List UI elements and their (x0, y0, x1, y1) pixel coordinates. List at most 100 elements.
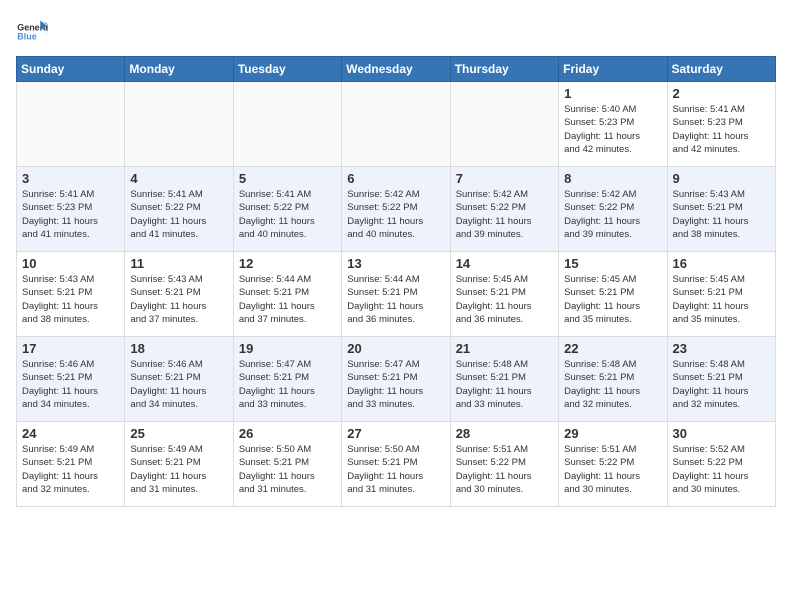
calendar-cell: 19 Sunrise: 5:47 AM Sunset: 5:21 PM Dayli… (233, 337, 341, 422)
calendar-cell: 13Sunrise: 5:44 AM Sunset: 5:21 PM Dayli… (342, 252, 450, 337)
day-number: 23 (673, 341, 770, 356)
calendar-cell (125, 82, 233, 167)
day-number: 6 (347, 171, 444, 186)
calendar-cell: 5 Sunrise: 5:41 AM Sunset: 5:22 PM Daylig… (233, 167, 341, 252)
day-number: 16 (673, 256, 770, 271)
calendar-cell: 4Sunrise: 5:41 AM Sunset: 5:22 PM Daylig… (125, 167, 233, 252)
calendar-cell: 14 Sunrise: 5:45 AM Sunset: 5:21 PM Dayli… (450, 252, 558, 337)
calendar-cell: 20 Sunrise: 5:47 AM Sunset: 5:21 PM Dayli… (342, 337, 450, 422)
day-info: Sunrise: 5:48 AM Sunset: 5:21 PM Dayligh… (456, 358, 553, 411)
day-info: Sunrise: 5:45 AM Sunset: 5:21 PM Dayligh… (456, 273, 553, 326)
calendar-cell: 25 Sunrise: 5:49 AM Sunset: 5:21 PM Dayli… (125, 422, 233, 507)
day-info: Sunrise: 5:46 AM Sunset: 5:21 PM Dayligh… (22, 358, 119, 411)
day-info: Sunrise: 5:44 AM Sunset: 5:21 PM Dayligh… (347, 273, 444, 326)
day-number: 29 (564, 426, 661, 441)
day-number: 26 (239, 426, 336, 441)
day-number: 27 (347, 426, 444, 441)
day-number: 24 (22, 426, 119, 441)
calendar-table: SundayMondayTuesdayWednesdayThursdayFrid… (16, 56, 776, 507)
calendar-cell: 28Sunrise: 5:51 AM Sunset: 5:22 PM Dayli… (450, 422, 558, 507)
calendar-cell: 11 Sunrise: 5:43 AM Sunset: 5:21 PM Dayli… (125, 252, 233, 337)
day-info: Sunrise: 5:42 AM Sunset: 5:22 PM Dayligh… (564, 188, 661, 241)
weekday-header: Sunday (17, 57, 125, 82)
day-number: 20 (347, 341, 444, 356)
calendar-week-row: 3 Sunrise: 5:41 AM Sunset: 5:23 PM Daylig… (17, 167, 776, 252)
day-info: Sunrise: 5:46 AM Sunset: 5:21 PM Dayligh… (130, 358, 227, 411)
day-number: 8 (564, 171, 661, 186)
day-number: 9 (673, 171, 770, 186)
day-number: 3 (22, 171, 119, 186)
day-number: 18 (130, 341, 227, 356)
day-info: Sunrise: 5:50 AM Sunset: 5:21 PM Dayligh… (347, 443, 444, 496)
day-info: Sunrise: 5:43 AM Sunset: 5:21 PM Dayligh… (673, 188, 770, 241)
day-number: 4 (130, 171, 227, 186)
day-info: Sunrise: 5:48 AM Sunset: 5:21 PM Dayligh… (673, 358, 770, 411)
weekday-header: Saturday (667, 57, 775, 82)
day-info: Sunrise: 5:42 AM Sunset: 5:22 PM Dayligh… (456, 188, 553, 241)
calendar-cell: 15Sunrise: 5:45 AM Sunset: 5:21 PM Dayli… (559, 252, 667, 337)
calendar-cell (450, 82, 558, 167)
day-info: Sunrise: 5:41 AM Sunset: 5:22 PM Dayligh… (239, 188, 336, 241)
day-info: Sunrise: 5:49 AM Sunset: 5:21 PM Dayligh… (22, 443, 119, 496)
calendar-cell: 9 Sunrise: 5:43 AM Sunset: 5:21 PM Daylig… (667, 167, 775, 252)
calendar-cell: 27 Sunrise: 5:50 AM Sunset: 5:21 PM Dayli… (342, 422, 450, 507)
day-info: Sunrise: 5:45 AM Sunset: 5:21 PM Dayligh… (673, 273, 770, 326)
calendar-cell (233, 82, 341, 167)
day-number: 11 (130, 256, 227, 271)
calendar-cell: 2Sunrise: 5:41 AM Sunset: 5:23 PM Daylig… (667, 82, 775, 167)
day-info: Sunrise: 5:47 AM Sunset: 5:21 PM Dayligh… (239, 358, 336, 411)
calendar-cell (342, 82, 450, 167)
weekday-header: Thursday (450, 57, 558, 82)
day-number: 15 (564, 256, 661, 271)
day-number: 17 (22, 341, 119, 356)
day-number: 30 (673, 426, 770, 441)
calendar-cell: 10 Sunrise: 5:43 AM Sunset: 5:21 PM Dayli… (17, 252, 125, 337)
logo: General Blue (16, 16, 52, 48)
header-row: SundayMondayTuesdayWednesdayThursdayFrid… (17, 57, 776, 82)
day-number: 22 (564, 341, 661, 356)
day-number: 28 (456, 426, 553, 441)
calendar-cell: 18 Sunrise: 5:46 AM Sunset: 5:21 PM Dayli… (125, 337, 233, 422)
svg-text:Blue: Blue (17, 32, 36, 42)
day-info: Sunrise: 5:44 AM Sunset: 5:21 PM Dayligh… (239, 273, 336, 326)
calendar-cell: 24 Sunrise: 5:49 AM Sunset: 5:21 PM Dayli… (17, 422, 125, 507)
logo-icon: General Blue (16, 16, 48, 48)
day-number: 19 (239, 341, 336, 356)
day-info: Sunrise: 5:41 AM Sunset: 5:23 PM Dayligh… (673, 103, 770, 156)
day-info: Sunrise: 5:50 AM Sunset: 5:21 PM Dayligh… (239, 443, 336, 496)
day-info: Sunrise: 5:47 AM Sunset: 5:21 PM Dayligh… (347, 358, 444, 411)
calendar-cell: 30 Sunrise: 5:52 AM Sunset: 5:22 PM Dayli… (667, 422, 775, 507)
day-info: Sunrise: 5:52 AM Sunset: 5:22 PM Dayligh… (673, 443, 770, 496)
calendar-cell: 17 Sunrise: 5:46 AM Sunset: 5:21 PM Dayli… (17, 337, 125, 422)
calendar-cell: 26 Sunrise: 5:50 AM Sunset: 5:21 PM Dayli… (233, 422, 341, 507)
day-number: 14 (456, 256, 553, 271)
calendar-cell: 22Sunrise: 5:48 AM Sunset: 5:21 PM Dayli… (559, 337, 667, 422)
day-info: Sunrise: 5:49 AM Sunset: 5:21 PM Dayligh… (130, 443, 227, 496)
day-info: Sunrise: 5:42 AM Sunset: 5:22 PM Dayligh… (347, 188, 444, 241)
calendar-week-row: 17 Sunrise: 5:46 AM Sunset: 5:21 PM Dayli… (17, 337, 776, 422)
day-info: Sunrise: 5:43 AM Sunset: 5:21 PM Dayligh… (22, 273, 119, 326)
calendar-week-row: 24 Sunrise: 5:49 AM Sunset: 5:21 PM Dayli… (17, 422, 776, 507)
day-info: Sunrise: 5:41 AM Sunset: 5:23 PM Dayligh… (22, 188, 119, 241)
calendar-cell (17, 82, 125, 167)
calendar-cell: 7 Sunrise: 5:42 AM Sunset: 5:22 PM Daylig… (450, 167, 558, 252)
calendar-week-row: 10 Sunrise: 5:43 AM Sunset: 5:21 PM Dayli… (17, 252, 776, 337)
day-number: 10 (22, 256, 119, 271)
calendar-cell: 3 Sunrise: 5:41 AM Sunset: 5:23 PM Daylig… (17, 167, 125, 252)
day-info: Sunrise: 5:40 AM Sunset: 5:23 PM Dayligh… (564, 103, 661, 156)
calendar-cell: 6 Sunrise: 5:42 AM Sunset: 5:22 PM Daylig… (342, 167, 450, 252)
calendar-cell: 12 Sunrise: 5:44 AM Sunset: 5:21 PM Dayli… (233, 252, 341, 337)
day-number: 12 (239, 256, 336, 271)
calendar-cell: 8 Sunrise: 5:42 AM Sunset: 5:22 PM Daylig… (559, 167, 667, 252)
day-number: 25 (130, 426, 227, 441)
day-number: 21 (456, 341, 553, 356)
weekday-header: Wednesday (342, 57, 450, 82)
weekday-header: Monday (125, 57, 233, 82)
weekday-header: Tuesday (233, 57, 341, 82)
day-info: Sunrise: 5:51 AM Sunset: 5:22 PM Dayligh… (564, 443, 661, 496)
day-number: 5 (239, 171, 336, 186)
day-number: 7 (456, 171, 553, 186)
calendar-cell: 1Sunrise: 5:40 AM Sunset: 5:23 PM Daylig… (559, 82, 667, 167)
header: General Blue (16, 16, 776, 48)
day-info: Sunrise: 5:43 AM Sunset: 5:21 PM Dayligh… (130, 273, 227, 326)
